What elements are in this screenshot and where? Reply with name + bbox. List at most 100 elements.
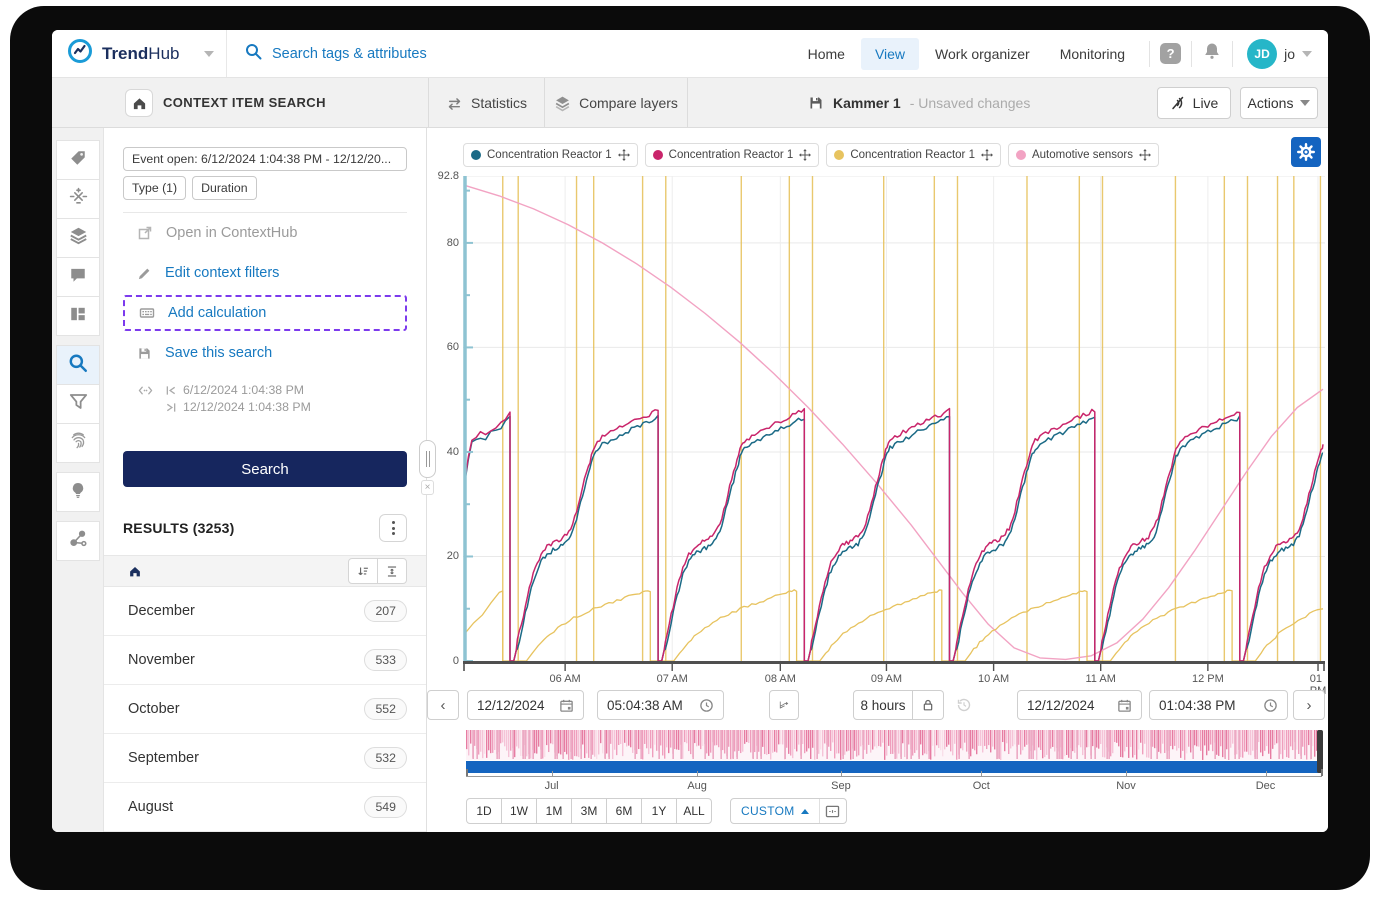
tag-icon (69, 149, 87, 172)
gear-icon (1297, 143, 1315, 161)
preset-1d[interactable]: 1D (466, 798, 502, 824)
result-row-october[interactable]: October 552 (104, 685, 426, 734)
search-button[interactable]: Search (123, 451, 407, 487)
x-axis-tick: 12 PM (1191, 673, 1224, 685)
preset-6m[interactable]: 6M (606, 798, 642, 824)
y-axis-tick: 80 (446, 236, 459, 249)
move-icon (799, 149, 812, 161)
x-axis-tick: 10 AM (978, 673, 1010, 685)
move-icon (1138, 149, 1151, 161)
panel-resize-handle[interactable] (419, 440, 436, 478)
preset-1w[interactable]: 1W (501, 798, 537, 824)
trend-lines-icon (779, 701, 789, 709)
add-calculation-link[interactable]: Add calculation (125, 297, 405, 329)
sidebar-item-operators[interactable] (56, 179, 100, 219)
user-menu-caret-icon[interactable] (1302, 50, 1312, 57)
end-date-field[interactable]: 12/12/2024 (1017, 690, 1142, 720)
save-search-link[interactable]: Save this search (123, 333, 407, 373)
minimap-preview (466, 730, 1322, 760)
sidebar-item-layers[interactable] (56, 218, 100, 258)
y-axis-tick: 60 (446, 341, 459, 354)
legend-chip[interactable]: Concentration Reactor 1 (826, 143, 1001, 167)
y-axis-tick: 0 (452, 655, 459, 667)
start-time-field[interactable]: 05:04:38 AM (597, 690, 724, 720)
minimap-month-label: Nov (1116, 780, 1136, 792)
panel-close-button[interactable]: × (421, 480, 434, 495)
nav-item-monitoring[interactable]: Monitoring (1046, 38, 1139, 70)
range-arrows-icon (138, 386, 153, 395)
result-count-badge: 549 (364, 796, 407, 818)
fit-screen-button[interactable] (820, 799, 846, 823)
end-time-field[interactable]: 01:04:38 PM (1149, 690, 1288, 720)
results-menu-button[interactable] (379, 514, 407, 542)
plot[interactable] (463, 175, 1325, 677)
sort-button[interactable] (348, 558, 378, 584)
result-count-badge: 532 (364, 747, 407, 769)
secondary-toolbar: CONTEXT ITEM SEARCH Statistics Compare l… (52, 78, 1328, 128)
compare-layers-button[interactable]: Compare layers (545, 78, 688, 128)
sidebar-item-network[interactable] (56, 521, 100, 561)
result-row-august[interactable]: August 549 (104, 783, 426, 832)
logo-area[interactable]: TrendHub (52, 30, 227, 77)
result-row-september[interactable]: September 532 (104, 734, 426, 783)
legend-chip[interactable]: Automotive sensors (1007, 143, 1159, 167)
sidebar-item-dashboard[interactable] (56, 296, 100, 336)
result-month: November (128, 652, 195, 668)
legend-chip[interactable]: Concentration Reactor 1 (644, 143, 820, 167)
minimap-axis: Jul Aug Sep Oct Nov Dec (466, 769, 1323, 792)
left-icon-rail (52, 128, 104, 832)
help-icon[interactable]: ? (1160, 43, 1182, 64)
notifications-bell-icon[interactable] (1202, 41, 1222, 66)
sidebar-item-comment[interactable] (56, 257, 100, 297)
avatar[interactable]: JD (1247, 38, 1278, 69)
step-forward-button[interactable]: › (1293, 690, 1325, 720)
compare-trend-button[interactable] (769, 690, 799, 720)
step-back-button[interactable]: ‹ (427, 690, 459, 720)
zoom-presets: 1D 1W 1M 3M 6M 1Y ALL CUSTOM (466, 798, 847, 824)
preset-1y[interactable]: 1Y (641, 798, 677, 824)
legend-chip[interactable]: Concentration Reactor 1 (463, 143, 638, 167)
sidebar-item-funnel[interactable] (56, 384, 100, 424)
logo-caret-icon[interactable] (204, 50, 214, 57)
sidebar-item-tag[interactable] (56, 140, 100, 180)
document-status: - Unsaved changes (909, 95, 1031, 111)
chart-settings-button[interactable] (1291, 137, 1321, 167)
edit-context-filters-link[interactable]: Edit context filters (123, 253, 407, 293)
home-button[interactable] (125, 89, 153, 117)
result-row-december[interactable]: December 207 (104, 587, 426, 636)
nav-item-view[interactable]: View (860, 37, 920, 70)
divider (1191, 40, 1193, 67)
open-contexthub-link[interactable]: Open in ContextHub (123, 213, 407, 253)
clock-icon (1264, 698, 1277, 712)
lock-duration-button[interactable] (913, 690, 944, 720)
reset-time-button[interactable] (950, 691, 978, 719)
statistics-button[interactable]: Statistics (428, 78, 545, 128)
sidebar-item-fingerprint[interactable] (56, 423, 100, 463)
nav-item-work-organizer[interactable]: Work organizer (921, 38, 1044, 70)
live-button[interactable]: Live (1157, 87, 1231, 119)
result-row-november[interactable]: November 533 (104, 636, 426, 685)
funnel-icon (69, 392, 88, 416)
preset-1m[interactable]: 1M (536, 798, 572, 824)
preset-3m[interactable]: 3M (571, 798, 607, 824)
sidebar-item-bulb[interactable] (56, 472, 100, 512)
sidebar-item-search[interactable] (56, 345, 100, 385)
series-label: Automotive sensors (1031, 149, 1133, 161)
y-axis-tick: 92.8 (437, 170, 459, 182)
custom-range-button[interactable]: CUSTOM (731, 799, 820, 823)
actions-button[interactable]: Actions (1240, 87, 1318, 119)
minimap-selection-bar[interactable] (466, 760, 1322, 773)
duration-filter-chip[interactable]: Duration (192, 176, 257, 200)
event-filter-chip[interactable]: Event open: 6/12/2024 1:04:38 PM - 12/12… (123, 147, 407, 171)
start-date-field[interactable]: 12/12/2024 (467, 690, 584, 720)
timeline-minimap[interactable]: Jul Aug Sep Oct Nov Dec (466, 730, 1323, 792)
search-icon (68, 353, 88, 378)
minimap-drag-handle[interactable] (1317, 730, 1323, 773)
global-search[interactable]: Search tags & attributes (245, 43, 427, 64)
results-home-icon[interactable] (128, 565, 142, 578)
nav-item-home[interactable]: Home (794, 38, 859, 70)
type-filter-chip[interactable]: Type (1) (123, 176, 187, 200)
preset-all[interactable]: ALL (676, 798, 712, 824)
collapse-all-button[interactable] (377, 558, 407, 584)
duration-field[interactable]: 8 hours (853, 690, 913, 720)
